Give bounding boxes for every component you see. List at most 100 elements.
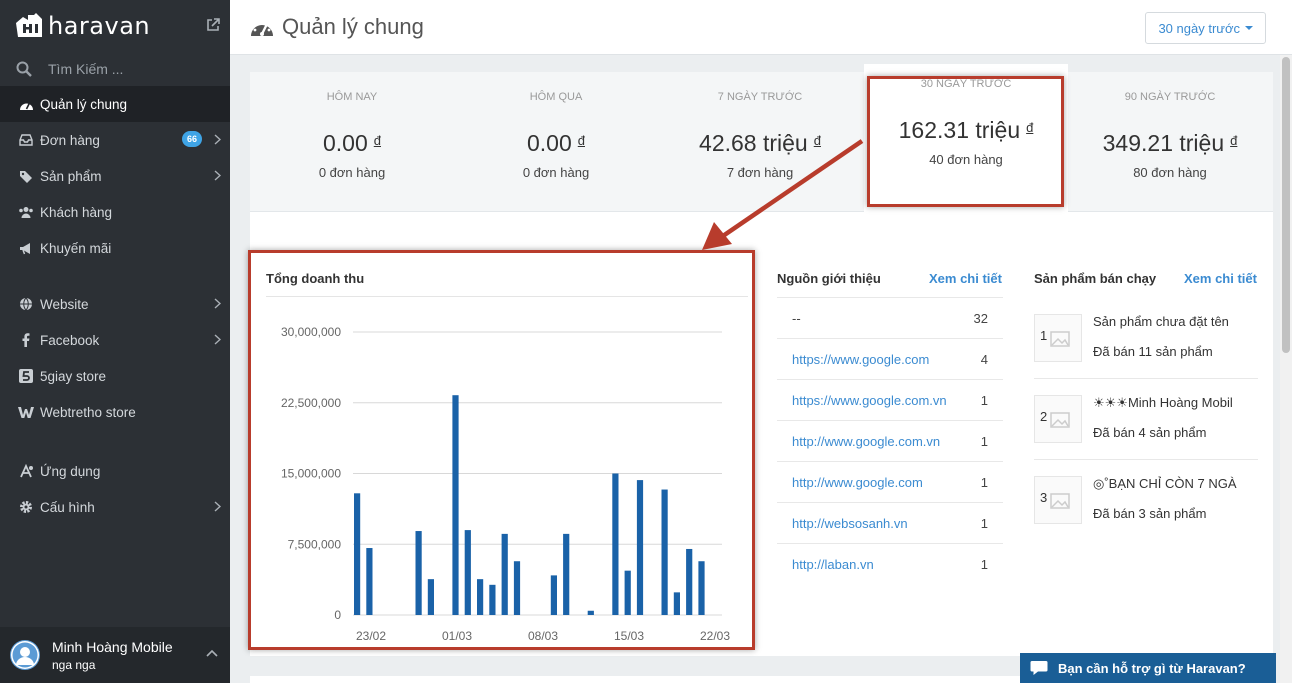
sidebar-item-label: Khách hàng <box>40 204 113 220</box>
sidebar-item-settings[interactable]: Cấu hình <box>0 489 230 525</box>
facebook-icon <box>18 332 34 348</box>
referral-row: -- 32 <box>777 298 1003 339</box>
sidebar: haravan Tìm Kiếm ... Quản lý chung Đơn h… <box>0 0 230 683</box>
sidebar-item-apps[interactable]: Ứng dụng <box>0 453 230 489</box>
product-rank: 1 <box>1040 328 1048 343</box>
search-input[interactable]: Tìm Kiếm ... <box>48 61 123 77</box>
referral-source-link[interactable]: http://www.google.com <box>792 475 981 490</box>
avatar <box>10 640 40 670</box>
referral-row: https://www.google.com 4 <box>777 339 1003 380</box>
product-rank: 3 <box>1040 490 1048 505</box>
stat-orders: 80 đơn hàng <box>1133 165 1207 180</box>
currency-symbol: đ <box>373 133 381 148</box>
highlight-box-30-days <box>867 76 1064 207</box>
sidebar-item-products[interactable]: Sản phẩm <box>0 158 230 194</box>
product-name: ◎˚BẠN CHỈ CÒN 7 NGÀ <box>1093 476 1237 491</box>
sidebar-item-customers[interactable]: Khách hàng <box>0 194 230 230</box>
referral-source-link[interactable]: https://www.google.com <box>792 352 981 367</box>
stat-orders: 0 đơn hàng <box>522 165 590 180</box>
referral-count: 1 <box>980 474 988 490</box>
page-title-text: Quản lý chung <box>282 14 424 39</box>
bestsellers-view-details-link[interactable]: Xem chi tiết <box>1184 271 1257 286</box>
user-profile[interactable]: Minh Hoàng Mobile nga nga <box>0 627 230 683</box>
sidebar-item-label: Đơn hàng <box>40 132 100 148</box>
sidebar-item-label: Quản lý chung <box>40 96 128 112</box>
chevron-up-icon[interactable] <box>206 649 218 657</box>
webtretho-icon <box>18 404 34 420</box>
top-header: Quản lý chung 30 ngày trước <box>230 0 1292 55</box>
sidebar-item-label: Website <box>40 296 89 312</box>
referral-source-link[interactable]: https://www.google.com.vn <box>792 393 981 408</box>
annotation-arrow-icon <box>702 139 864 250</box>
orders-count-badge: 66 <box>181 131 202 147</box>
caret-down-icon <box>1245 26 1253 30</box>
referral-count: 1 <box>980 557 988 572</box>
sidebar-item-5giay[interactable]: 5giay store <box>0 358 230 394</box>
globe-icon <box>18 296 34 312</box>
search-icon <box>16 61 32 77</box>
inbox-icon <box>18 132 34 148</box>
sidebar-item-dashboard[interactable]: Quản lý chung <box>0 86 230 122</box>
referral-count: 4 <box>980 351 988 367</box>
external-link-icon[interactable] <box>206 18 220 32</box>
bestseller-item[interactable]: 2 ☀☀☀Minh Hoàng Mobil Đã bán 4 sản phẩm <box>1034 379 1258 460</box>
sidebar-item-orders[interactable]: Đơn hàng 66 <box>0 122 230 158</box>
stat-tab-90-days[interactable]: 90 NGÀY TRƯỚC 349.21 triệu đ 80 đơn hàng <box>1068 72 1272 212</box>
stat-label: 90 NGÀY TRƯỚC <box>1124 91 1216 103</box>
referrals-title: Nguồn giới thiệu <box>777 271 881 286</box>
date-range-label: 30 ngày trước <box>1158 20 1240 36</box>
referral-row: http://www.google.com 1 <box>777 462 1003 503</box>
stat-label: 7 NGÀY TRƯỚC <box>717 91 803 103</box>
logo[interactable]: haravan <box>0 0 230 52</box>
referral-row: http://websosanh.vn 1 <box>777 503 1003 544</box>
stat-label: HÔM QUA <box>529 91 583 103</box>
stat-tab-today[interactable]: HÔM NAY 0.00 đ 0 đơn hàng <box>250 72 454 212</box>
referrals-view-details-link[interactable]: Xem chi tiết <box>929 271 1002 286</box>
sidebar-item-website[interactable]: Website <box>0 286 230 322</box>
referral-row: http://www.google.com.vn 1 <box>777 421 1003 462</box>
referral-source-link[interactable]: http://laban.vn <box>792 557 981 572</box>
support-chat-button[interactable]: Bạn cần hỗ trợ gì từ Haravan? <box>1020 653 1276 683</box>
bestseller-item[interactable]: 1 Sản phẩm chưa đặt tên Đã bán 11 sản ph… <box>1034 298 1258 379</box>
product-sold: Đã bán 4 sản phẩm <box>1093 425 1207 440</box>
sidebar-search[interactable]: Tìm Kiếm ... <box>0 52 230 86</box>
referral-count: 1 <box>980 392 988 408</box>
gear-icon <box>18 499 34 515</box>
user-icon <box>11 641 39 669</box>
sidebar-item-label: 5giay store <box>40 368 107 384</box>
user-name: Minh Hoàng Mobile <box>52 638 173 655</box>
sidebar-item-label: Sản phẩm <box>40 168 102 184</box>
currency-symbol: đ <box>577 133 585 148</box>
sidebar-item-label: Facebook <box>40 332 100 348</box>
product-name: Sản phẩm chưa đặt tên <box>1093 314 1229 329</box>
chevron-right-icon <box>214 501 221 512</box>
bestsellers-title: Sản phẩm bán chạy <box>1034 271 1157 286</box>
bullhorn-icon <box>18 240 34 256</box>
highlight-box-chart <box>248 250 755 650</box>
support-label: Bạn cần hỗ trợ gì từ Haravan? <box>1058 660 1246 676</box>
sidebar-item-webtretho[interactable]: Webtretho store <box>0 394 230 430</box>
page-scrollbar[interactable] <box>1280 55 1292 683</box>
date-range-dropdown[interactable]: 30 ngày trước <box>1145 12 1266 44</box>
currency-symbol: đ <box>1230 133 1238 148</box>
stat-value: 349.21 triệu <box>1102 130 1225 156</box>
referral-count: 1 <box>980 433 988 449</box>
chevron-right-icon <box>214 134 221 145</box>
sidebar-item-label: Khuyến mãi <box>40 240 112 256</box>
referral-count: 1 <box>980 515 988 531</box>
product-sold: Đã bán 11 sản phẩm <box>1093 344 1213 359</box>
stat-tab-yesterday[interactable]: HÔM QUA 0.00 đ 0 đơn hàng <box>454 72 658 212</box>
referral-source-link[interactable]: http://www.google.com.vn <box>792 434 981 449</box>
sidebar-item-label: Ứng dụng <box>40 463 101 479</box>
tags-icon <box>18 168 34 184</box>
referral-source-link[interactable]: http://websosanh.vn <box>792 516 981 531</box>
scrollbar-thumb[interactable] <box>1282 57 1290 353</box>
bestseller-item[interactable]: 3 ◎˚BẠN CHỈ CÒN 7 NGÀ Đã bán 3 sản phẩm <box>1034 460 1258 541</box>
referral-count: 32 <box>973 310 988 326</box>
sidebar-item-facebook[interactable]: Facebook <box>0 322 230 358</box>
stat-label: HÔM NAY <box>326 91 378 103</box>
apps-icon <box>18 463 34 479</box>
5giay-icon <box>18 368 34 384</box>
app-name: haravan <box>48 12 151 40</box>
sidebar-item-promotions[interactable]: Khuyến mãi <box>0 230 230 266</box>
